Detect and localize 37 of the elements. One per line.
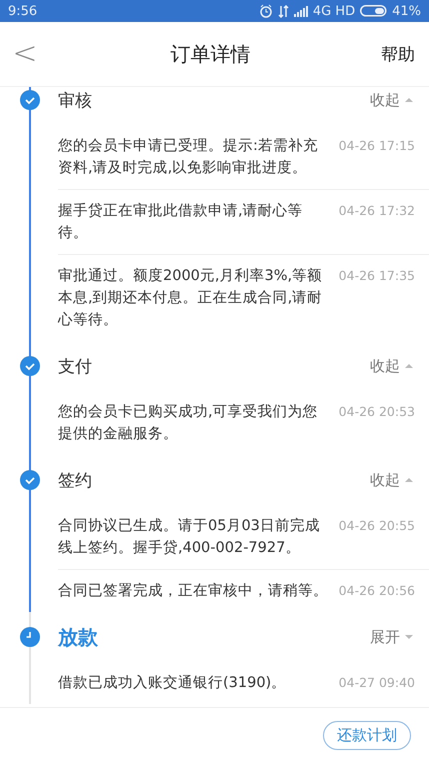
alarm-icon [258,4,273,18]
log-time: 04-26 17:15 [338,137,415,155]
battery-percent: 41% [392,4,421,18]
log-time: 04-26 20:55 [338,517,415,535]
log-message: 合同协议已生成。请于05月03日前完成线上签约。握手贷,400-002-7927。 [58,516,321,558]
stage-title: 签约 [58,470,93,492]
log-time: 04-26 20:56 [338,582,415,600]
log-message: 合同已签署完成，正在审核中，请稍等。 [58,582,329,601]
network-label: 4G HD [312,4,356,18]
log-time: 04-26 20:53 [338,403,415,421]
stage-title: 支付 [58,356,93,378]
caret-icon [405,477,413,483]
caret-icon [405,97,413,103]
signal-icon [294,5,308,17]
log-message: 借款已成功入账交通银行(3190)。 [58,674,288,693]
log-message: 审批通过。额度2000元,月利率3%,等额本息,到期还本付息。正在生成合同,请耐心等待。 [58,266,324,330]
toggle-button[interactable]: 收起 [370,356,413,376]
battery-icon [360,5,388,17]
data-arrows-icon [278,4,289,18]
log-message: 您的会员卡申请已受理。提示:若需补充资料,请及时完成,以免影响审批进度。 [58,136,319,178]
stage-title: 审核 [58,90,93,112]
log-message: 握手贷正在审批此借款申请,请耐心等待。 [58,202,304,243]
log-time: 04-26 17:32 [338,202,415,220]
toggle-button[interactable]: 展开 [370,628,413,646]
back-button[interactable]: < [10,39,40,69]
caret-icon [405,634,413,640]
log-time: 04-26 17:35 [338,267,415,285]
stage-title: 放款 [58,624,99,650]
log-message: 您的会员卡已购买成功,可享受我们为您提供的金融服务。 [58,402,319,444]
toggle-button[interactable]: 收起 [370,470,413,490]
toggle-button[interactable]: 收起 [370,90,413,110]
log-time: 04-27 09:40 [338,674,415,692]
caret-icon [405,363,413,369]
status-time: 9:56 [8,4,38,18]
help-button[interactable]: 帮助 [381,42,415,66]
repayment-plan-button[interactable]: 还款计划 [323,720,411,750]
page-title: 订单详情 [170,40,252,68]
